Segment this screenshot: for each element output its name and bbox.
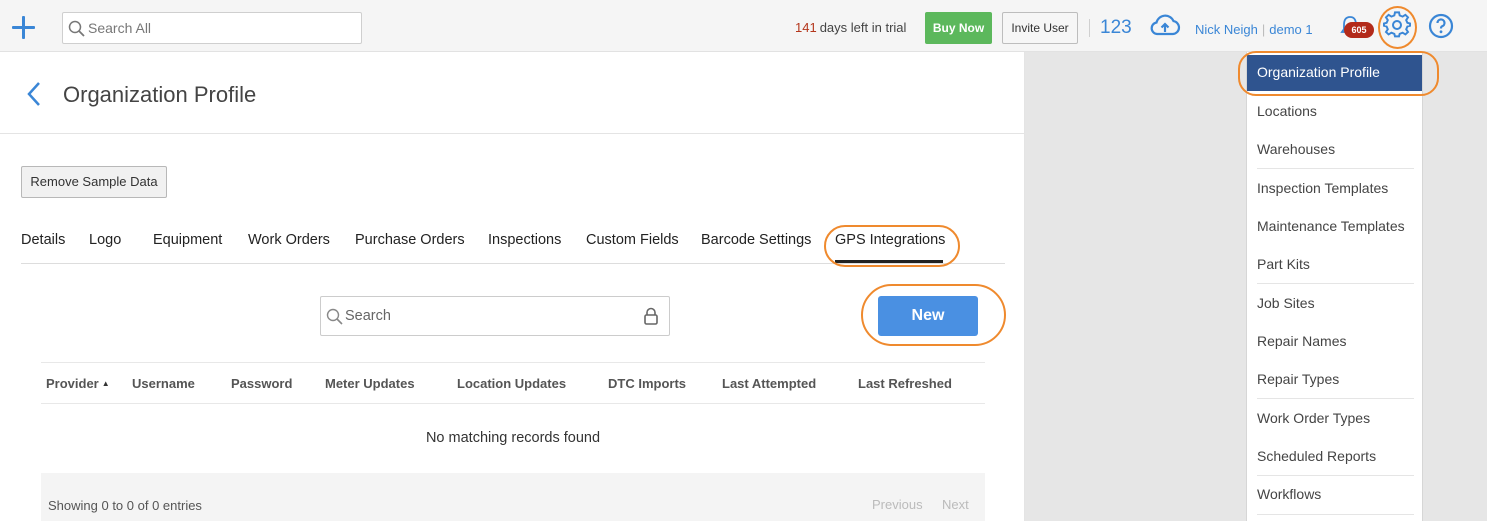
column-header-dtc-imports[interactable]: DTC Imports (608, 376, 686, 391)
invite-user-button[interactable]: Invite User (1002, 12, 1078, 44)
back-chevron-icon[interactable] (24, 80, 44, 108)
next-page-button[interactable]: Next (942, 497, 969, 512)
new-button[interactable]: New (878, 296, 978, 336)
count-indicator[interactable]: 123 (1100, 17, 1132, 39)
menu-item-part-kits[interactable]: Part Kits (1257, 256, 1310, 272)
column-header-username[interactable]: Username (132, 376, 195, 391)
tab-logo[interactable]: Logo (89, 232, 121, 248)
divider (1257, 475, 1414, 476)
menu-item-scheduled-reports[interactable]: Scheduled Reports (1257, 448, 1376, 464)
column-header-meter-updates[interactable]: Meter Updates (325, 376, 415, 391)
tab-details[interactable]: Details (21, 232, 65, 248)
divider (1257, 283, 1414, 284)
divider (1257, 168, 1414, 169)
tab-barcode-settings[interactable]: Barcode Settings (701, 232, 811, 248)
search-icon (68, 20, 85, 37)
gear-icon[interactable] (1383, 11, 1411, 39)
menu-item-inspection-templates[interactable]: Inspection Templates (1257, 180, 1388, 196)
menu-item-workflows[interactable]: Workflows (1257, 486, 1321, 502)
tab-work-orders[interactable]: Work Orders (248, 232, 330, 248)
menu-item-repair-names[interactable]: Repair Names (1257, 333, 1346, 349)
divider (1257, 514, 1414, 515)
divider (1089, 19, 1090, 37)
remove-sample-data-button[interactable]: Remove Sample Data (21, 166, 167, 198)
menu-item-repair-types[interactable]: Repair Types (1257, 371, 1339, 387)
divider (0, 133, 1025, 134)
user-name: Nick Neigh (1195, 22, 1258, 37)
table-search[interactable] (320, 296, 670, 336)
tab-purchase-orders[interactable]: Purchase Orders (355, 232, 465, 248)
lock-icon[interactable] (643, 307, 659, 325)
buy-now-button[interactable]: Buy Now (925, 12, 992, 44)
table-search-input[interactable] (345, 297, 635, 335)
divider (1257, 398, 1414, 399)
highlight-ring (1238, 51, 1439, 96)
notification-badge[interactable]: 605 (1344, 22, 1374, 38)
top-bar: 141days left in trial Buy Now Invite Use… (0, 0, 1487, 52)
empty-table-message: No matching records found (425, 430, 601, 446)
sort-asc-icon: ▲ (101, 379, 110, 388)
menu-item-maintenance-templates[interactable]: Maintenance Templates (1257, 218, 1405, 234)
tab-equipment[interactable]: Equipment (153, 232, 222, 248)
entries-info: Showing 0 to 0 of 0 entries (48, 498, 202, 513)
global-search[interactable] (62, 12, 362, 44)
tab-custom-fields[interactable]: Custom Fields (586, 232, 679, 248)
trial-text: days left in trial (819, 20, 907, 35)
menu-item-warehouses[interactable]: Warehouses (1257, 141, 1335, 157)
previous-page-button[interactable]: Previous (872, 497, 923, 512)
column-header-password[interactable]: Password (231, 376, 292, 391)
column-header-last-refreshed[interactable]: Last Refreshed (858, 376, 952, 391)
column-header-location-updates[interactable]: Location Updates (457, 376, 566, 391)
column-header-last-attempted[interactable]: Last Attempted (722, 376, 816, 391)
menu-item-locations[interactable]: Locations (1257, 103, 1317, 119)
user-menu[interactable]: Nick Neigh | demo 1 (1195, 22, 1313, 37)
search-icon (326, 308, 343, 325)
menu-item-work-order-types[interactable]: Work Order Types (1257, 410, 1370, 426)
highlight-ring (824, 225, 960, 267)
tab-inspections[interactable]: Inspections (488, 232, 561, 248)
column-header-provider[interactable]: Provider ▲ (46, 376, 110, 391)
page-title: Organization Profile (63, 82, 257, 107)
divider (41, 362, 985, 363)
table-footer: Showing 0 to 0 of 0 entries Previous Nex… (41, 473, 985, 521)
trial-status: 141 days left in trial (795, 20, 906, 35)
company-name: demo 1 (1269, 22, 1313, 37)
divider: | (1261, 22, 1266, 37)
upload-cloud-icon[interactable] (1149, 13, 1181, 39)
plus-icon[interactable] (9, 13, 37, 41)
help-icon[interactable] (1428, 13, 1454, 39)
settings-menu: Locations Warehouses Inspection Template… (1246, 52, 1423, 521)
column-label: Provider (46, 376, 99, 391)
menu-item-job-sites[interactable]: Job Sites (1257, 295, 1315, 311)
global-search-input[interactable] (88, 13, 358, 43)
trial-days: 141 (795, 20, 817, 35)
main-panel: Organization Profile Remove Sample Data … (0, 52, 1025, 521)
